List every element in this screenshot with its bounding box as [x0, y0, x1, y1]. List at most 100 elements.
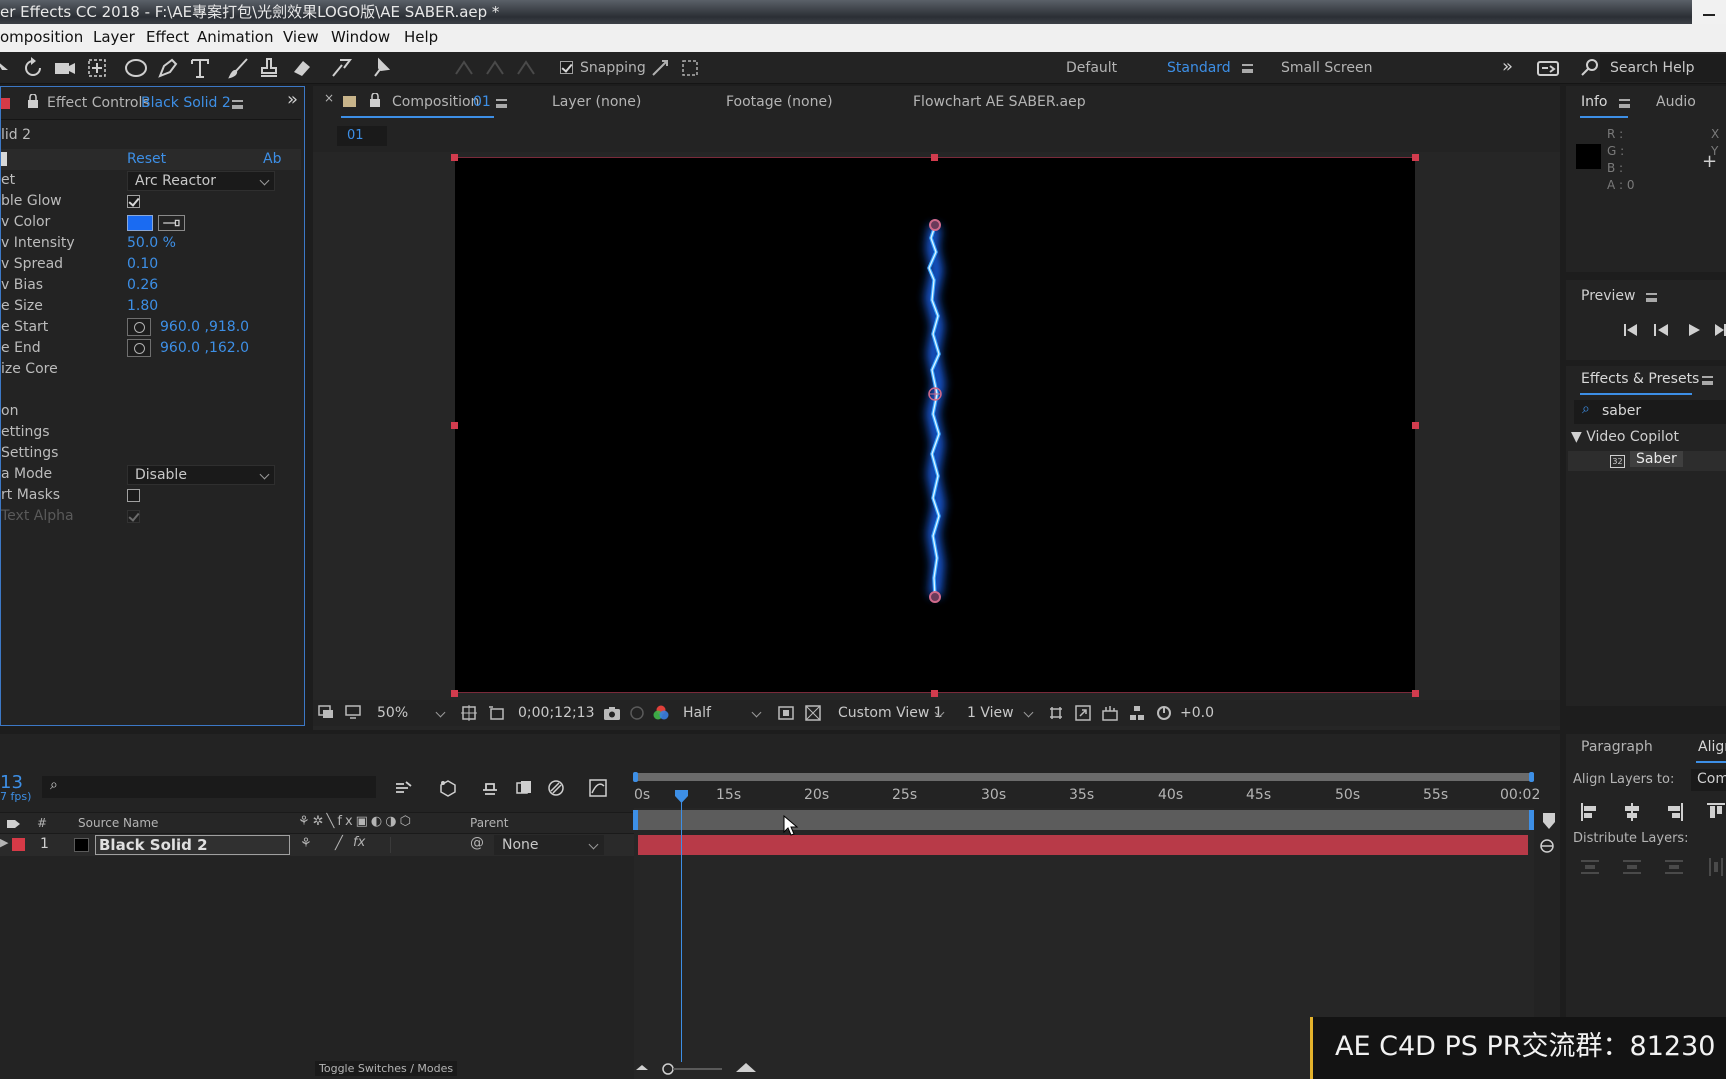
core-end-value[interactable]: 960.0 ,162.0	[160, 340, 249, 356]
flowchart-tab[interactable]: Flowchart AE SABER.aep	[913, 94, 1086, 110]
playhead-handle[interactable]	[675, 790, 688, 803]
workspace-small-screen[interactable]: Small Screen	[1281, 60, 1372, 76]
first-frame-icon[interactable]	[1623, 323, 1639, 337]
sync-settings-icon[interactable]	[1536, 56, 1560, 80]
menu-effect[interactable]: Effect	[146, 28, 189, 46]
previous-frame-icon[interactable]	[1653, 323, 1671, 337]
comp-marker-bin-icon[interactable]	[1537, 837, 1557, 855]
playhead-line[interactable]	[681, 790, 682, 1062]
effect-controls-menu-icon[interactable]	[232, 100, 243, 109]
transform-handle[interactable]	[1412, 154, 1419, 161]
transform-handle[interactable]	[1412, 690, 1419, 697]
play-icon[interactable]	[1687, 323, 1701, 337]
glow-color-swatch[interactable]	[127, 215, 153, 231]
camera-view-dropdown[interactable]: Custom View 1	[830, 703, 950, 723]
alpha-mode-dropdown[interactable]: Disable	[127, 465, 275, 485]
resolution-dropdown[interactable]: Half	[675, 703, 767, 723]
glow-intensity-value[interactable]: 50.0 %	[127, 235, 176, 251]
menu-composition[interactable]: omposition	[0, 28, 83, 46]
brush-tool-icon[interactable]	[227, 56, 251, 80]
graph-editor-icon[interactable]	[588, 778, 608, 798]
footage-tab[interactable]: Footage (none)	[726, 94, 833, 110]
info-tab[interactable]: Info	[1581, 94, 1608, 110]
work-area-end-handle[interactable]	[1529, 772, 1534, 782]
saber-effect-item[interactable]: 32 Saber	[1568, 451, 1726, 471]
core-start-crosshair-icon[interactable]	[127, 318, 151, 336]
glow-settings-row[interactable]: ettings	[1, 422, 301, 443]
transform-handle[interactable]	[931, 154, 938, 161]
fx-toggle[interactable]	[1, 152, 7, 166]
local-axis-mode-icon[interactable]	[452, 56, 476, 80]
shy-layers-icon[interactable]	[480, 778, 500, 798]
layer-label-swatch[interactable]	[12, 838, 25, 851]
invert-masks-checkbox[interactable]	[127, 489, 140, 502]
current-timecode[interactable]: 0;00;12;13	[518, 705, 595, 721]
comp-end-marker[interactable]	[1529, 810, 1534, 830]
glow-spread-value[interactable]: 0.10	[127, 256, 158, 272]
transform-handle[interactable]	[451, 154, 458, 161]
zoom-dropdown[interactable]: 50%	[369, 703, 451, 723]
distribute-bottom-icon[interactable]	[1664, 857, 1684, 877]
paragraph-tab[interactable]: Paragraph	[1581, 739, 1653, 755]
comp-duration-bar[interactable]	[634, 810, 1534, 830]
snapping-checkbox[interactable]	[560, 61, 573, 74]
reset-link[interactable]: Reset	[127, 151, 166, 167]
menu-animation[interactable]: Animation	[197, 28, 273, 46]
align-horizontal-center-icon[interactable]	[1622, 802, 1642, 822]
core-start-value[interactable]: 960.0 ,918.0	[160, 319, 249, 335]
layer-tab[interactable]: Layer (none)	[552, 94, 641, 110]
work-area-start-handle[interactable]	[633, 772, 638, 782]
show-snapshot-icon[interactable]	[629, 705, 645, 721]
draft-3d-icon[interactable]	[438, 778, 458, 798]
flicker-row[interactable]: on	[1, 401, 301, 422]
puppet-pin-tool-icon[interactable]	[369, 56, 393, 80]
audio-tab[interactable]: Audio	[1656, 94, 1696, 110]
time-ruler[interactable]: 0s 15s 20s 25s 30s 35s 40s 45s 50s 55s 0…	[633, 770, 1540, 810]
align-top-icon[interactable]	[1706, 802, 1726, 822]
view-layout-dropdown[interactable]: 1 View	[959, 703, 1039, 723]
enable-glow-checkbox[interactable]	[127, 195, 140, 208]
search-help-input[interactable]: Search Help	[1600, 54, 1726, 82]
comp-lock-icon[interactable]	[369, 93, 381, 107]
effect-controls-tab[interactable]: Effect Controls	[47, 95, 150, 111]
camera-tool-icon[interactable]	[53, 56, 77, 80]
roto-brush-tool-icon[interactable]	[330, 56, 354, 80]
reset-exposure-icon[interactable]	[1156, 705, 1172, 721]
preview-menu-icon[interactable]	[1646, 293, 1657, 302]
render-settings-row[interactable]: Settings	[1, 443, 301, 464]
about-link[interactable]: Ab	[263, 151, 281, 167]
close-tab-icon[interactable]: ×	[324, 91, 334, 105]
workspace-default[interactable]: Default	[1066, 60, 1117, 76]
comp-start-marker[interactable]	[633, 810, 638, 830]
layer-duration-bar[interactable]	[638, 835, 1528, 855]
lock-icon[interactable]	[27, 94, 39, 108]
fit-region-icon[interactable]	[460, 704, 478, 722]
timeline-search-input[interactable]: ⌕	[42, 776, 376, 798]
layer-expand-icon[interactable]: ▶	[0, 836, 8, 849]
selection-tool-icon[interactable]	[0, 56, 18, 80]
video-copilot-category[interactable]: ▼ Video Copilot	[1571, 429, 1679, 445]
effects-search-input[interactable]: ⌕ saber	[1574, 400, 1726, 424]
panel-overflow-icon[interactable]: »	[287, 89, 298, 110]
transparency-grid-icon[interactable]	[805, 705, 821, 721]
frame-blending-icon[interactable]	[514, 778, 534, 798]
next-frame-icon[interactable]	[1714, 323, 1726, 337]
toggle-switches-modes-button[interactable]: Toggle Switches / Modes	[315, 1061, 458, 1076]
distribute-top-icon[interactable]	[1580, 857, 1600, 877]
exposure-value[interactable]: +0.0	[1180, 705, 1214, 721]
effects-presets-menu-icon[interactable]	[1702, 376, 1713, 385]
fx-switch-icon[interactable]: fx	[353, 835, 365, 850]
transform-handle[interactable]	[931, 690, 938, 697]
customize-core-row[interactable]: ize Core	[1, 359, 301, 380]
quality-switch-icon[interactable]: ╱	[335, 836, 343, 851]
fast-previews-icon[interactable]	[1075, 705, 1091, 721]
align-tab[interactable]: Align	[1698, 739, 1726, 755]
ellipse-tool-icon[interactable]	[124, 56, 148, 80]
toggle-pixel-aspect-icon[interactable]	[1048, 705, 1064, 721]
distribute-left-icon[interactable]	[1706, 857, 1726, 877]
rotate-tool-icon[interactable]	[22, 56, 46, 80]
motion-blur-icon[interactable]	[546, 778, 566, 798]
info-menu-icon[interactable]	[1619, 99, 1630, 108]
monitor-icon[interactable]	[345, 704, 361, 720]
timeline-zoom-slider[interactable]	[636, 1060, 756, 1076]
